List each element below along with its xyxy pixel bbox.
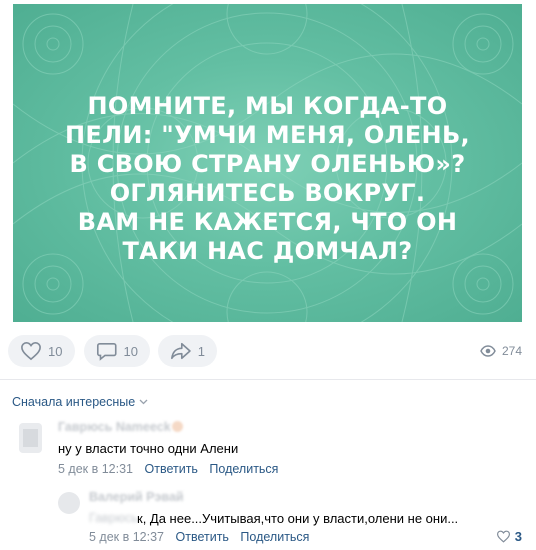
quote-line: ОГЛЯНИТЕСЬ ВОКРУГ. <box>109 179 426 207</box>
comment-like-button[interactable]: 3 <box>496 529 522 544</box>
avatar[interactable] <box>19 423 42 453</box>
quote-line: ПЕЛИ: "УМЧИ МЕНЯ, ОЛЕНЬ, <box>65 121 470 149</box>
comment-meta: 5 дек в 12:31 Ответить Поделиться <box>58 462 286 476</box>
like-count: 10 <box>48 343 63 359</box>
share-icon <box>170 342 191 360</box>
comment-text: к, Да нее...Учитывая,что они у власти,ол… <box>137 511 459 526</box>
quote-line: ТАКИ НАС ДОМЧАЛ? <box>122 237 413 265</box>
views-counter: 274 <box>480 344 522 358</box>
like-button[interactable]: 10 <box>8 335 75 367</box>
emoji-icon <box>172 421 183 432</box>
heart-icon <box>21 341 41 361</box>
avatar-placeholder-icon <box>23 429 38 447</box>
comment-author[interactable]: Гаврюсь Nameeck <box>58 420 171 434</box>
share-comment-button[interactable]: Поделиться <box>240 530 309 544</box>
comment-like-count: 3 <box>514 529 522 544</box>
comment-icon <box>96 343 117 361</box>
quote-line: ПОМНИТЕ, МЫ КОГДА-ТО <box>87 92 448 120</box>
sort-label: Сначала интересные <box>12 395 136 409</box>
reply-button[interactable]: Ответить <box>176 530 229 544</box>
comment-date[interactable]: 5 дек в 12:37 <box>89 530 164 544</box>
quote-line: ВАМ НЕ КАЖЕТСЯ, ЧТО ОН <box>77 208 458 236</box>
views-count: 274 <box>501 344 522 358</box>
divider <box>0 379 536 380</box>
share-button[interactable]: 1 <box>158 335 217 367</box>
comment-author[interactable]: Валерий Рэвай <box>89 490 184 504</box>
chevron-down-icon <box>139 399 148 405</box>
share-comment-button[interactable]: Поделиться <box>209 462 278 476</box>
comment-button[interactable]: 10 <box>84 335 150 367</box>
comments-sort-dropdown[interactable]: Сначала интересные <box>12 395 148 409</box>
eye-icon <box>480 345 496 357</box>
quote-line: В СВОЮ СТРАНУ ОЛЕНЬЮ»? <box>69 150 466 178</box>
comment-date[interactable]: 5 дек в 12:31 <box>58 462 133 476</box>
reply-to-name[interactable]: Гаврюсь <box>89 511 138 525</box>
reply-button[interactable]: Ответить <box>145 462 198 476</box>
comment-meta: 5 дек в 12:37 Ответить Поделиться <box>89 530 317 544</box>
share-count: 1 <box>197 343 205 359</box>
avatar[interactable] <box>58 492 80 514</box>
heart-icon <box>496 530 510 543</box>
quote-text: ПОМНИТЕ, МЫ КОГДА-ТО ПЕЛИ: "УМЧИ МЕНЯ, О… <box>13 92 522 266</box>
comment-count: 10 <box>123 343 138 359</box>
post-image[interactable]: ПОМНИТЕ, МЫ КОГДА-ТО ПЕЛИ: "УМЧИ МЕНЯ, О… <box>13 4 522 322</box>
comment-text: ну у власти точно одни Алени <box>58 441 239 456</box>
